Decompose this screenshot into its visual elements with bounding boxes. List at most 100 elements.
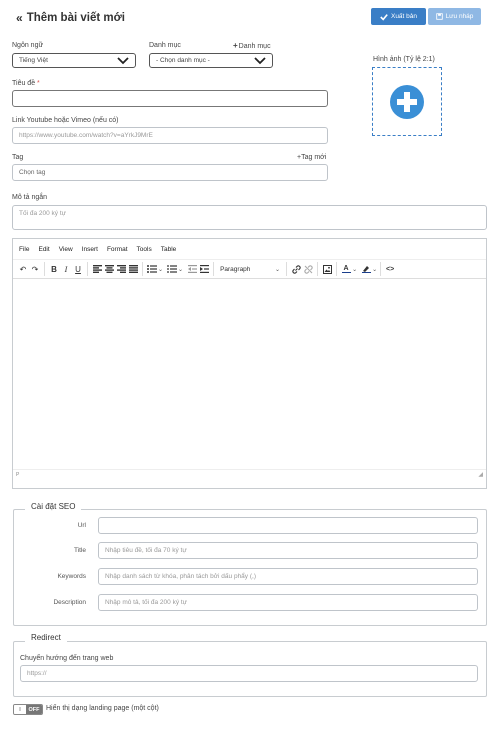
language-value: Tiếng Việt (19, 57, 48, 64)
category-value: - Chọn danh mục - (156, 57, 210, 64)
seo-title-label: Title (73, 547, 86, 554)
align-center-icon[interactable] (103, 263, 115, 275)
description-label: Mô tả ngắn (12, 194, 48, 201)
menu-format[interactable]: Format (107, 246, 128, 253)
underline-icon[interactable]: U (72, 263, 84, 275)
redirect-placeholder: https:// (27, 670, 47, 677)
toggle-off-label: OFF (26, 705, 42, 714)
chevron-down-icon (117, 56, 129, 64)
seo-description-placeholder: Nhập mô tả, tối đa 200 ký tự (105, 599, 188, 606)
save-icon (435, 13, 443, 20)
add-tag-link[interactable]: +Tag mới (297, 154, 326, 161)
tag-input[interactable]: Chọn tag (12, 164, 328, 181)
save-draft-button[interactable]: Lưu nháp (428, 8, 481, 25)
youtube-label: Link Youtube hoặc Vimeo (nếu có) (12, 117, 119, 124)
title-label-text: Tiêu đề (12, 80, 36, 87)
image-label: Hình ảnh (Tỷ lệ 2:1) (373, 56, 435, 63)
add-category-label: Danh mục (238, 42, 271, 50)
bold-icon[interactable]: B (48, 263, 60, 275)
toolbar-divider (213, 262, 215, 276)
link-icon[interactable] (290, 263, 302, 275)
menu-insert[interactable]: Insert (82, 246, 98, 253)
required-mark: * (37, 80, 40, 87)
keywords-placeholder: Nhập danh sách từ khóa, phân tách bởi dấ… (105, 573, 256, 580)
paragraph-label: Paragraph (220, 265, 251, 273)
title-label: Tiêu đề * (12, 80, 40, 87)
indent-icon[interactable] (198, 263, 210, 275)
paragraph-format-select[interactable]: Paragraph ⌄ (217, 266, 283, 273)
redirect-legend: Redirect (25, 633, 67, 642)
menu-view[interactable]: View (59, 246, 73, 253)
chevron-down-icon[interactable]: ⌄ (158, 266, 163, 273)
seo-title-placeholder: Nhập tiêu đề, tối đa 70 ký tự (105, 547, 187, 554)
seo-description-input[interactable]: Nhập mô tả, tối đa 200 ký tự (98, 594, 478, 611)
menu-edit[interactable]: Edit (38, 246, 49, 253)
youtube-input[interactable]: https://www.youtube.com/watch?v=aYrkJ9Mr… (12, 127, 328, 144)
description-textarea[interactable]: Tối đa 200 ký tự (12, 205, 487, 230)
chevron-down-icon[interactable]: ⌄ (352, 266, 357, 273)
page-title: Thêm bài viết mới (26, 12, 125, 24)
url-label: Url (77, 522, 86, 529)
text-color-icon[interactable]: A (340, 263, 352, 275)
double-chevron-left-icon[interactable]: « (16, 12, 23, 24)
resize-handle-icon[interactable]: ◢ (478, 471, 483, 478)
toolbar-divider (286, 262, 288, 276)
toolbar-divider (380, 262, 382, 276)
editor-content-area[interactable] (13, 279, 486, 469)
align-left-icon[interactable] (91, 263, 103, 275)
align-justify-icon[interactable] (127, 263, 139, 275)
chevron-down-icon (254, 56, 266, 64)
menu-tools[interactable]: Tools (137, 246, 152, 253)
highlight-color-icon[interactable] (360, 263, 372, 275)
chevron-down-icon: ⌄ (275, 266, 281, 273)
outdent-icon[interactable] (186, 263, 198, 275)
editor-menubar: File Edit View Insert Format Tools Table (13, 239, 486, 260)
tag-label: Tag (12, 154, 24, 161)
numbered-list-icon[interactable] (166, 263, 178, 275)
toolbar-divider (142, 262, 143, 276)
youtube-placeholder: https://www.youtube.com/watch?v=aYrkJ9Mr… (19, 132, 153, 139)
save-draft-label: Lưu nháp (445, 13, 474, 20)
source-code-icon[interactable]: <> (384, 263, 396, 275)
add-category-link[interactable]: + Danh mục (233, 42, 271, 50)
align-right-icon[interactable] (115, 263, 127, 275)
keywords-input[interactable]: Nhập danh sách từ khóa, phân tách bởi dấ… (98, 568, 478, 585)
menu-table[interactable]: Table (161, 246, 177, 253)
redo-icon[interactable]: ↷ (29, 263, 41, 275)
toggle-knob: II (14, 705, 26, 714)
chevron-down-icon[interactable]: ⌄ (178, 266, 183, 273)
language-label: Ngôn ngữ (12, 42, 44, 49)
landing-page-toggle[interactable]: II OFF (13, 704, 43, 715)
add-image-icon (390, 84, 424, 119)
publish-button[interactable]: Xuất bản (371, 8, 426, 25)
insert-image-icon[interactable] (321, 263, 333, 275)
redirect-input[interactable]: https:// (20, 665, 478, 682)
category-select[interactable]: - Chọn danh mục - (149, 53, 273, 68)
page-header: « Thêm bài viết mới (16, 9, 316, 27)
check-icon (380, 13, 388, 21)
keywords-label: Keywords (57, 573, 86, 580)
tag-placeholder: Chọn tag (19, 169, 46, 176)
language-select[interactable]: Tiếng Việt (12, 53, 136, 68)
editor-toolbar: ↶ ↷ B I U ⌄ ⌄ Paragraph ⌄ A ⌄ ⌄ <> (13, 260, 486, 279)
undo-icon[interactable]: ↶ (17, 263, 29, 275)
category-label: Danh mục (149, 42, 181, 49)
redirect-label: Chuyển hướng đến trang web (20, 655, 114, 662)
plus-icon: + (233, 41, 238, 50)
url-input[interactable] (98, 517, 478, 534)
seo-legend: Cài đặt SEO (25, 502, 82, 511)
publish-label: Xuất bản (390, 13, 418, 20)
image-upload-box[interactable] (372, 67, 442, 136)
toolbar-divider (87, 262, 88, 276)
menu-file[interactable]: File (19, 246, 29, 253)
unlink-icon[interactable] (302, 263, 314, 275)
status-path: P (16, 471, 20, 478)
toolbar-divider (44, 262, 45, 276)
bullet-list-icon[interactable] (146, 263, 158, 275)
seo-description-label: Description (53, 599, 86, 606)
italic-icon[interactable]: I (60, 263, 72, 275)
seo-title-input[interactable]: Nhập tiêu đề, tối đa 70 ký tự (98, 542, 478, 559)
rich-text-editor: File Edit View Insert Format Tools Table… (12, 238, 487, 489)
chevron-down-icon[interactable]: ⌄ (372, 266, 377, 273)
title-input[interactable] (12, 90, 328, 107)
